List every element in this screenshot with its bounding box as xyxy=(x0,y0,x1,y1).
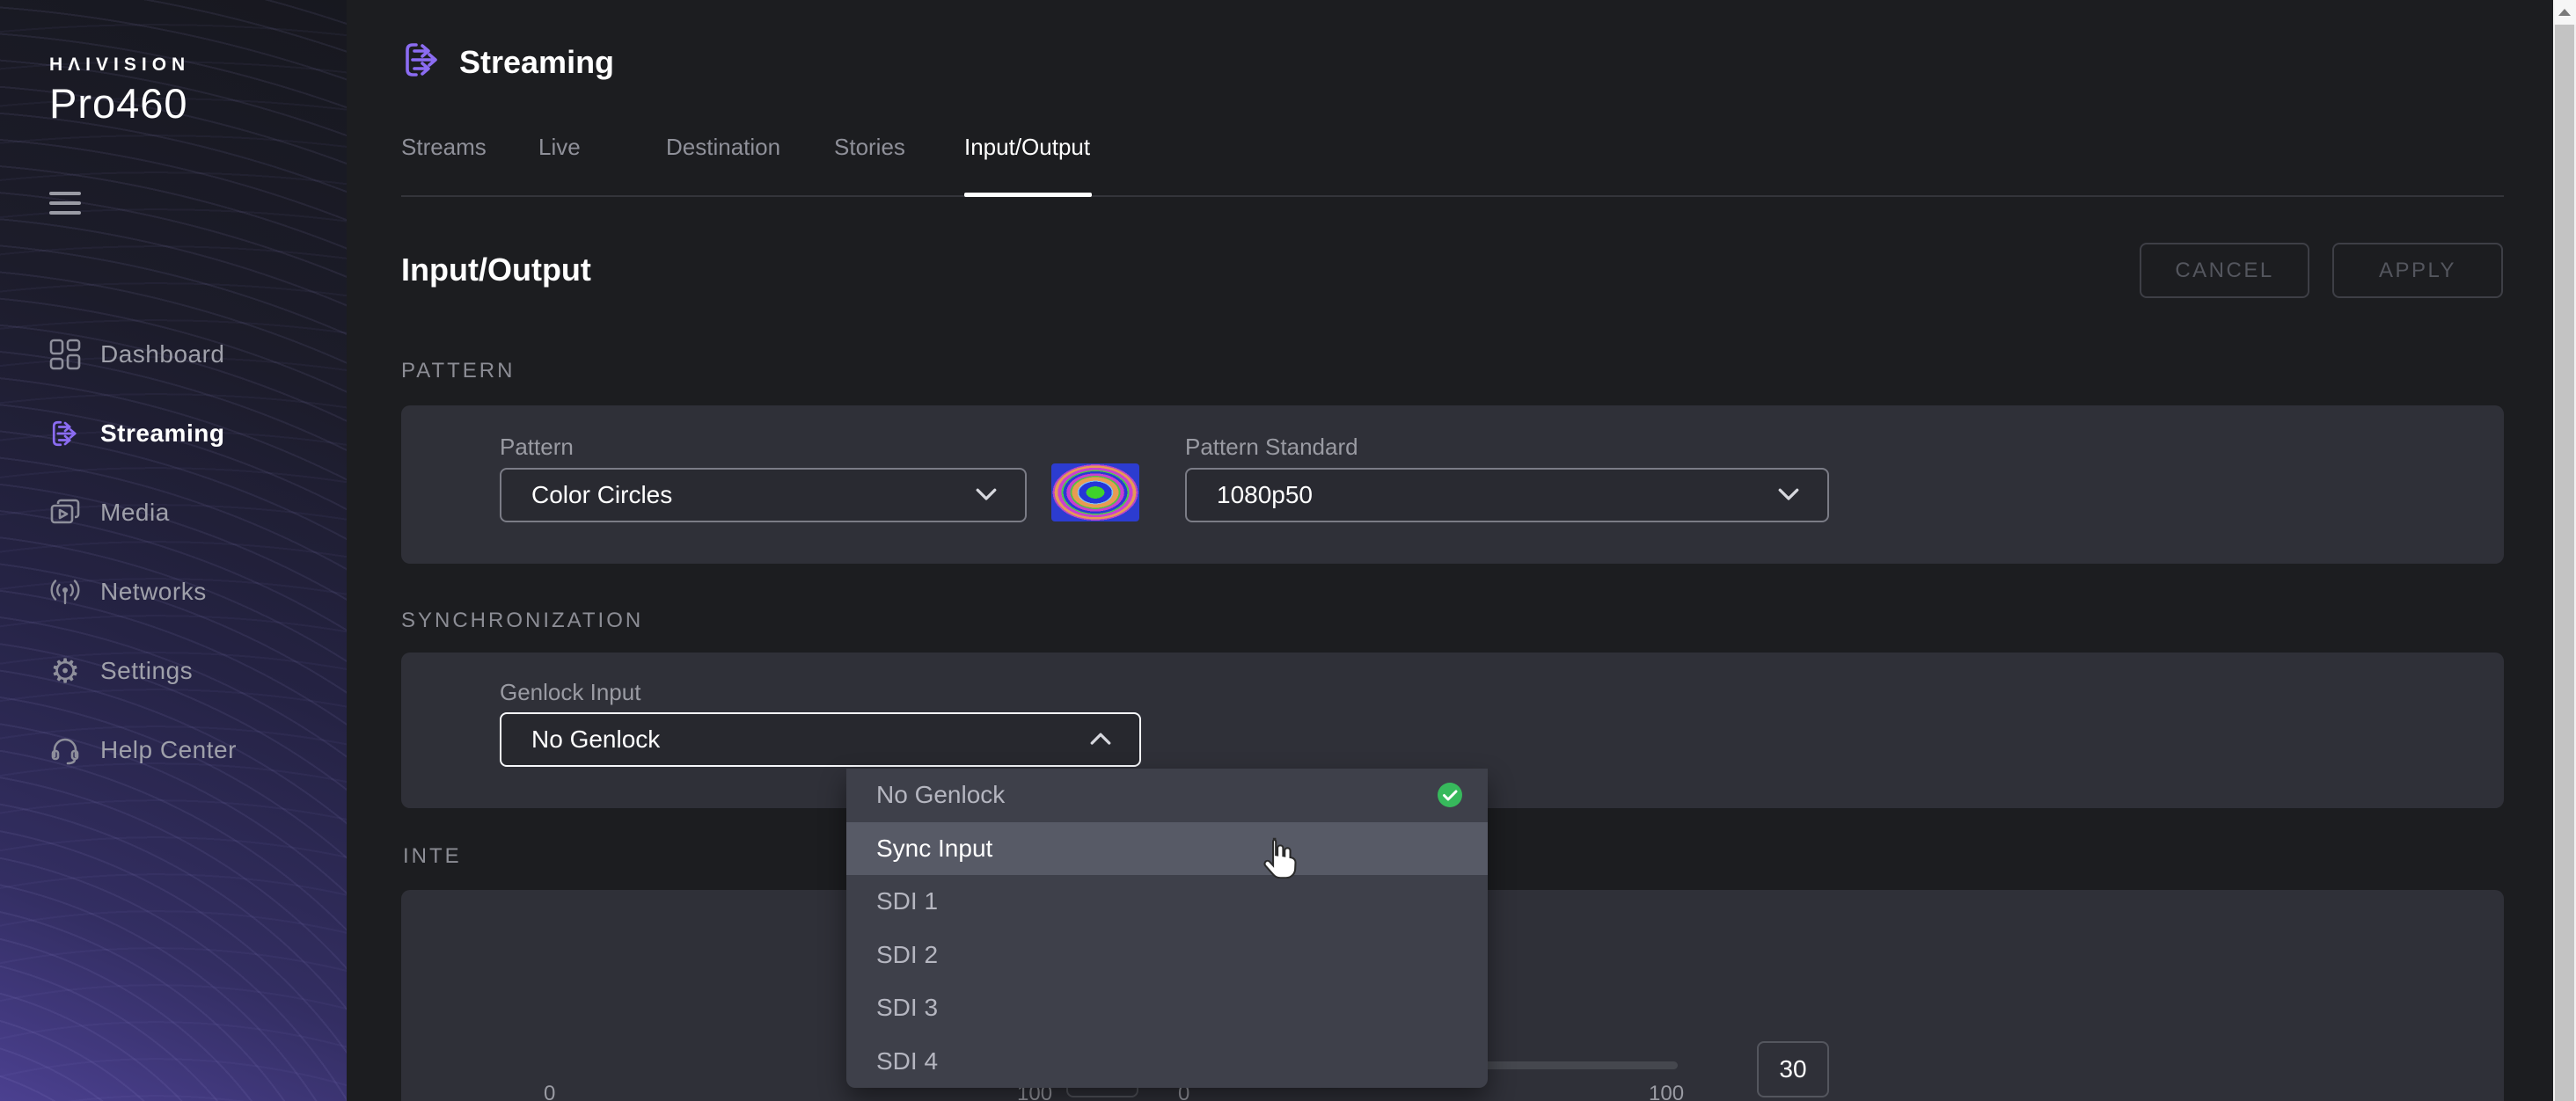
sidebar-item-dashboard[interactable]: Dashboard xyxy=(0,315,347,394)
hamburger-menu-icon[interactable] xyxy=(49,192,81,215)
tab-streams[interactable]: Streams xyxy=(401,134,538,193)
pattern-card: Pattern Color Circles Pattern Standard 1… xyxy=(401,405,2504,564)
main-content: Streaming Streams Live Destination Stori… xyxy=(347,0,2553,1101)
cancel-button[interactable]: CANCEL xyxy=(2140,243,2309,298)
sidebar-nav: Dashboard Streaming xyxy=(0,315,347,790)
tab-stories[interactable]: Stories xyxy=(834,134,964,193)
mouse-cursor-pointer xyxy=(1260,835,1297,883)
tab-bar: Streams Live Destination Stories Input/O… xyxy=(401,134,1096,193)
genlock-select-value: No Genlock xyxy=(531,725,1090,754)
apply-button[interactable]: APPLY xyxy=(2332,243,2503,298)
sidebar-item-media[interactable]: Media xyxy=(0,473,347,552)
left-slider-min-label: 0 xyxy=(544,1082,555,1101)
genlock-select[interactable]: No Genlock xyxy=(500,712,1141,767)
genlock-dropdown-menu: No Genlock Sync Input SDI 1 SDI 2 SDI 3 xyxy=(846,769,1488,1088)
sidebar-item-label: Media xyxy=(100,499,170,527)
genlock-option-sdi-4[interactable]: SDI 4 xyxy=(846,1035,1488,1089)
brand-logo: HΛIVISION Pro460 xyxy=(49,55,190,128)
tab-input-output[interactable]: Input/Output xyxy=(964,134,1096,193)
sidebar: HΛIVISION Pro460 Dashboard xyxy=(0,0,347,1101)
pattern-standard-select[interactable]: 1080p50 xyxy=(1185,468,1829,522)
app-root: HΛIVISION Pro460 Dashboard xyxy=(0,0,2576,1101)
pattern-standard-field-label: Pattern Standard xyxy=(1185,434,1358,461)
active-tab-underline xyxy=(964,193,1092,197)
microphone-max-label: 100 xyxy=(1649,1082,1684,1101)
scrollbar[interactable] xyxy=(2553,0,2576,1101)
chevron-up-icon xyxy=(1090,733,1113,747)
dashboard-icon xyxy=(49,339,81,370)
sync-section-heading: SYNCHRONIZATION xyxy=(401,609,643,633)
pattern-field-label: Pattern xyxy=(500,434,574,461)
brand-model: Pro460 xyxy=(49,79,190,128)
pattern-select-value: Color Circles xyxy=(531,481,976,509)
page-header-title: Streaming xyxy=(459,44,614,81)
genlock-field-label: Genlock Input xyxy=(500,679,640,706)
genlock-option-sync-input[interactable]: Sync Input xyxy=(846,822,1488,876)
headset-icon xyxy=(49,734,81,766)
sidebar-item-streaming[interactable]: Streaming xyxy=(0,394,347,473)
pattern-standard-select-value: 1080p50 xyxy=(1217,481,1778,509)
sidebar-item-label: Settings xyxy=(100,657,193,685)
microphone-value-box[interactable]: 30 xyxy=(1757,1041,1829,1097)
pattern-section-heading: PATTERN xyxy=(401,359,515,383)
media-icon xyxy=(49,497,81,529)
sidebar-item-label: Streaming xyxy=(100,419,224,448)
genlock-option-sdi-1[interactable]: SDI 1 xyxy=(846,875,1488,929)
pattern-select[interactable]: Color Circles xyxy=(500,468,1027,522)
streaming-icon xyxy=(49,418,81,449)
brand-name: HΛIVISION xyxy=(49,55,190,76)
chevron-down-icon xyxy=(976,488,999,502)
io-section-heading-partial: INTE xyxy=(403,844,462,869)
chevron-down-icon xyxy=(1778,488,1801,502)
sidebar-item-label: Networks xyxy=(100,578,207,606)
genlock-option-no-genlock[interactable]: No Genlock xyxy=(846,769,1488,822)
streaming-header-icon xyxy=(401,39,443,81)
pattern-preview-thumbnail xyxy=(1051,463,1139,521)
genlock-option-sdi-3[interactable]: SDI 3 xyxy=(846,981,1488,1035)
tab-bar-divider xyxy=(401,195,2504,197)
check-circle-icon xyxy=(1437,782,1463,808)
tab-destination[interactable]: Destination xyxy=(666,134,834,193)
page-title: Input/Output xyxy=(401,252,591,288)
sidebar-item-label: Dashboard xyxy=(100,340,224,368)
sidebar-item-settings[interactable]: ⚙ Settings xyxy=(0,631,347,711)
scrollbar-up-arrow[interactable] xyxy=(2553,0,2576,25)
sidebar-item-networks[interactable]: Networks xyxy=(0,552,347,631)
tab-live[interactable]: Live xyxy=(538,134,666,193)
genlock-option-sdi-2[interactable]: SDI 2 xyxy=(846,929,1488,982)
networks-icon xyxy=(49,576,81,608)
sidebar-item-label: Help Center xyxy=(100,736,237,764)
gear-icon: ⚙ xyxy=(49,655,81,687)
scrollbar-thumb[interactable] xyxy=(2555,25,2574,1101)
sidebar-item-help-center[interactable]: Help Center xyxy=(0,711,347,790)
